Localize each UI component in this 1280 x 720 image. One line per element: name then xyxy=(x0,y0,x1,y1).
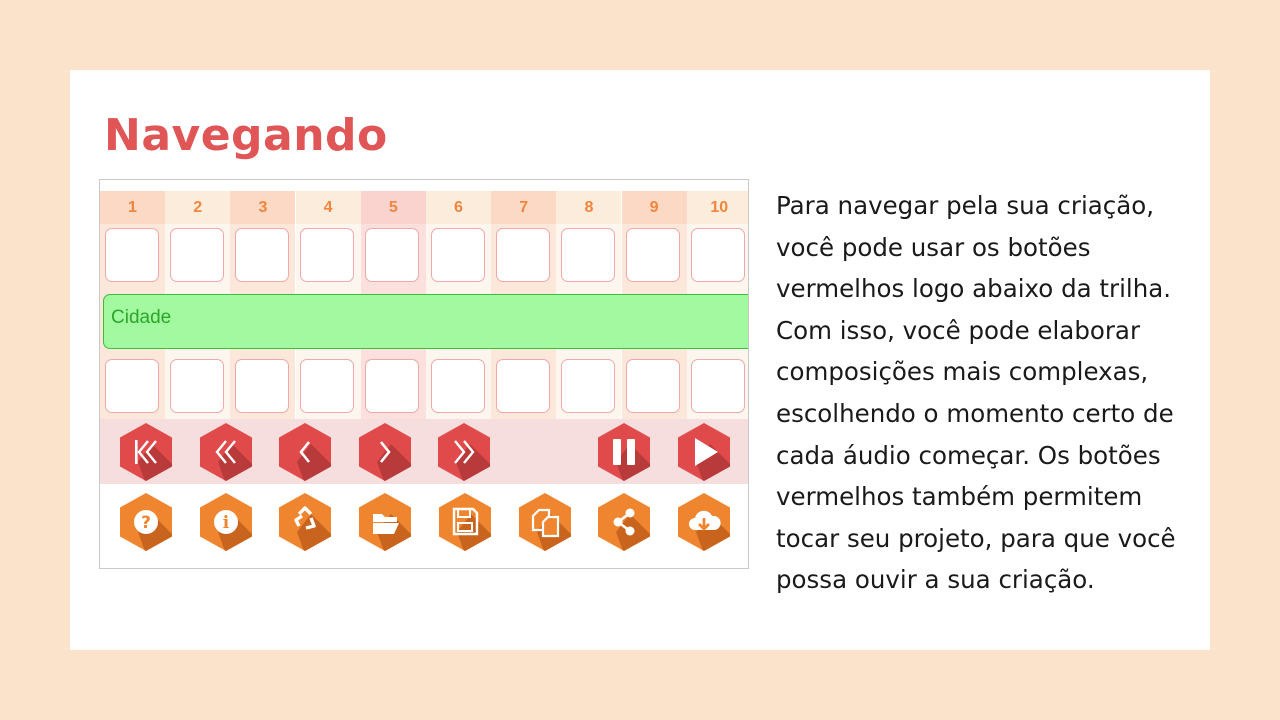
help-button[interactable]: ? xyxy=(118,492,174,552)
track-slot[interactable] xyxy=(560,359,615,413)
track-slot[interactable] xyxy=(365,359,420,413)
slide-title: Navegando xyxy=(104,110,388,161)
track-slot[interactable] xyxy=(104,228,159,282)
track-slot[interactable] xyxy=(169,228,224,282)
track-slot[interactable] xyxy=(104,359,159,413)
track-slot[interactable] xyxy=(430,359,485,413)
track-slot[interactable] xyxy=(691,228,746,282)
cloud-download-button[interactable] xyxy=(676,492,732,552)
track-slot[interactable] xyxy=(430,228,485,282)
audio-block[interactable]: Cidade xyxy=(103,294,748,349)
next-button[interactable] xyxy=(357,422,413,482)
column-number: 2 xyxy=(165,191,231,224)
share-button[interactable] xyxy=(596,492,652,552)
svg-text:?: ? xyxy=(141,513,151,533)
track-slot[interactable] xyxy=(300,228,355,282)
column-number: 7 xyxy=(491,191,557,224)
audio-block-label: Cidade xyxy=(111,307,172,328)
previous-button[interactable] xyxy=(277,422,333,482)
save-button[interactable] xyxy=(437,492,493,552)
recycle-button[interactable] xyxy=(277,492,333,552)
track-slot[interactable] xyxy=(626,359,681,413)
open-folder-button[interactable] xyxy=(357,492,413,552)
track-slot[interactable] xyxy=(691,359,746,413)
track-slot[interactable] xyxy=(169,359,224,413)
column-number: 8 xyxy=(556,191,622,224)
play-button[interactable] xyxy=(676,422,732,482)
column-number: 5 xyxy=(360,191,426,224)
rewind-button[interactable] xyxy=(198,422,254,482)
track-slot[interactable] xyxy=(234,228,289,282)
track-slot[interactable] xyxy=(560,228,615,282)
skip-to-start-button[interactable] xyxy=(118,422,174,482)
open-folder-icon xyxy=(373,514,400,534)
pause-button[interactable] xyxy=(596,422,652,482)
svg-text:i: i xyxy=(222,513,229,533)
column-number: 3 xyxy=(230,191,296,224)
track-slot[interactable] xyxy=(626,228,681,282)
copy-button[interactable] xyxy=(517,492,573,552)
track-slot[interactable] xyxy=(495,228,550,282)
track-slot[interactable] xyxy=(300,359,355,413)
info-button[interactable]: i xyxy=(198,492,254,552)
column-number: 1 xyxy=(100,191,165,224)
track-slot[interactable] xyxy=(234,359,289,413)
slide-paragraph: Para navegar pela sua criação, você pode… xyxy=(776,191,1176,595)
column-number: 6 xyxy=(426,191,491,224)
fast-forward-button[interactable] xyxy=(436,422,492,482)
column-number: 10 xyxy=(686,191,748,224)
track-slot[interactable] xyxy=(495,359,550,413)
column-number: 9 xyxy=(621,191,687,224)
column-number: 4 xyxy=(295,191,361,224)
help-icon: ? xyxy=(134,510,158,534)
track-slot[interactable] xyxy=(365,228,420,282)
info-icon: i xyxy=(213,510,238,534)
composer-screenshot: 1 2 3 4 5 6 7 8 9 10 Cidade ? i xyxy=(99,179,749,569)
